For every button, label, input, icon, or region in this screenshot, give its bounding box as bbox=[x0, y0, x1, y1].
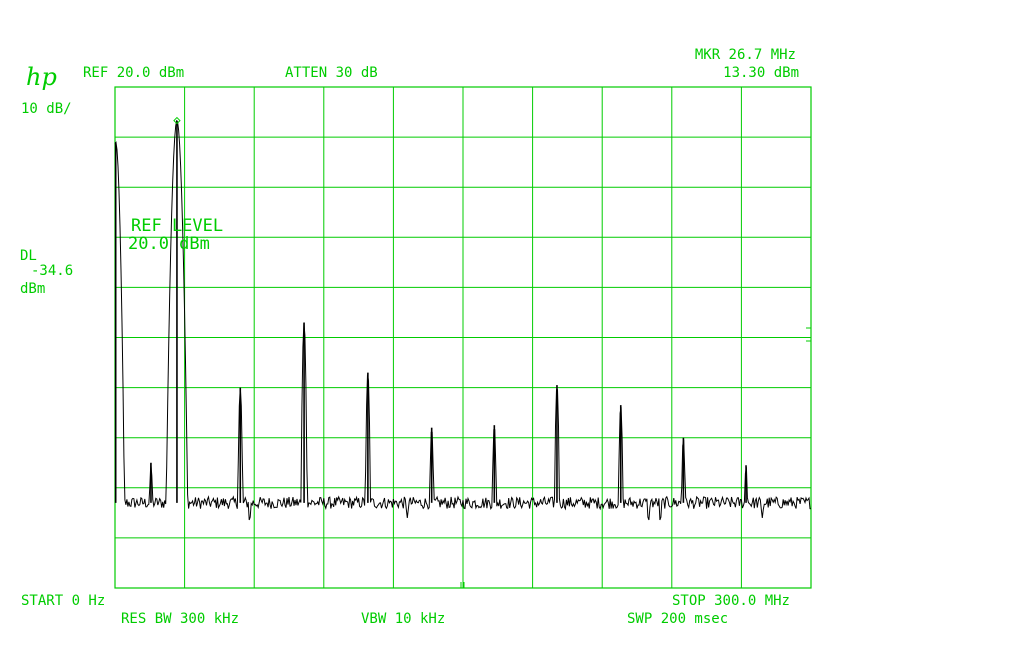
resolution-bandwidth-readout: RES BW 300 kHz bbox=[121, 611, 240, 627]
video-bandwidth-readout: VBW 10 kHz bbox=[361, 611, 446, 627]
stop-frequency-readout: STOP 300.0 MHz bbox=[671, 593, 790, 609]
spectrum-analyzer-screen: hp REF 20.0 dBm ATTEN 30 dB MKR 26.7 MHz… bbox=[0, 0, 1024, 652]
sweep-time-readout: SWP 200 msec bbox=[627, 611, 729, 627]
display-line-value: -34.6 bbox=[31, 263, 74, 279]
ref-level-readout: REF 20.0 dBm bbox=[83, 65, 185, 81]
display-line-label: DL bbox=[20, 248, 37, 264]
ref-level-value: 20.0 dBm bbox=[128, 234, 210, 254]
scale-readout: 10 dB/ bbox=[21, 101, 72, 117]
graticule bbox=[114, 86, 812, 589]
start-frequency-readout: START 0 Hz bbox=[21, 593, 106, 609]
hp-logo-icon: hp bbox=[26, 63, 57, 91]
spectrum-plot bbox=[114, 86, 812, 589]
marker-level-readout: 13.30 dBm bbox=[723, 65, 799, 81]
display-line-unit: dBm bbox=[20, 281, 46, 297]
marker-frequency-readout: MKR 26.7 MHz bbox=[694, 47, 796, 63]
ref-level-title: REF LEVEL bbox=[131, 216, 224, 236]
attenuation-readout: ATTEN 30 dB bbox=[285, 65, 378, 81]
